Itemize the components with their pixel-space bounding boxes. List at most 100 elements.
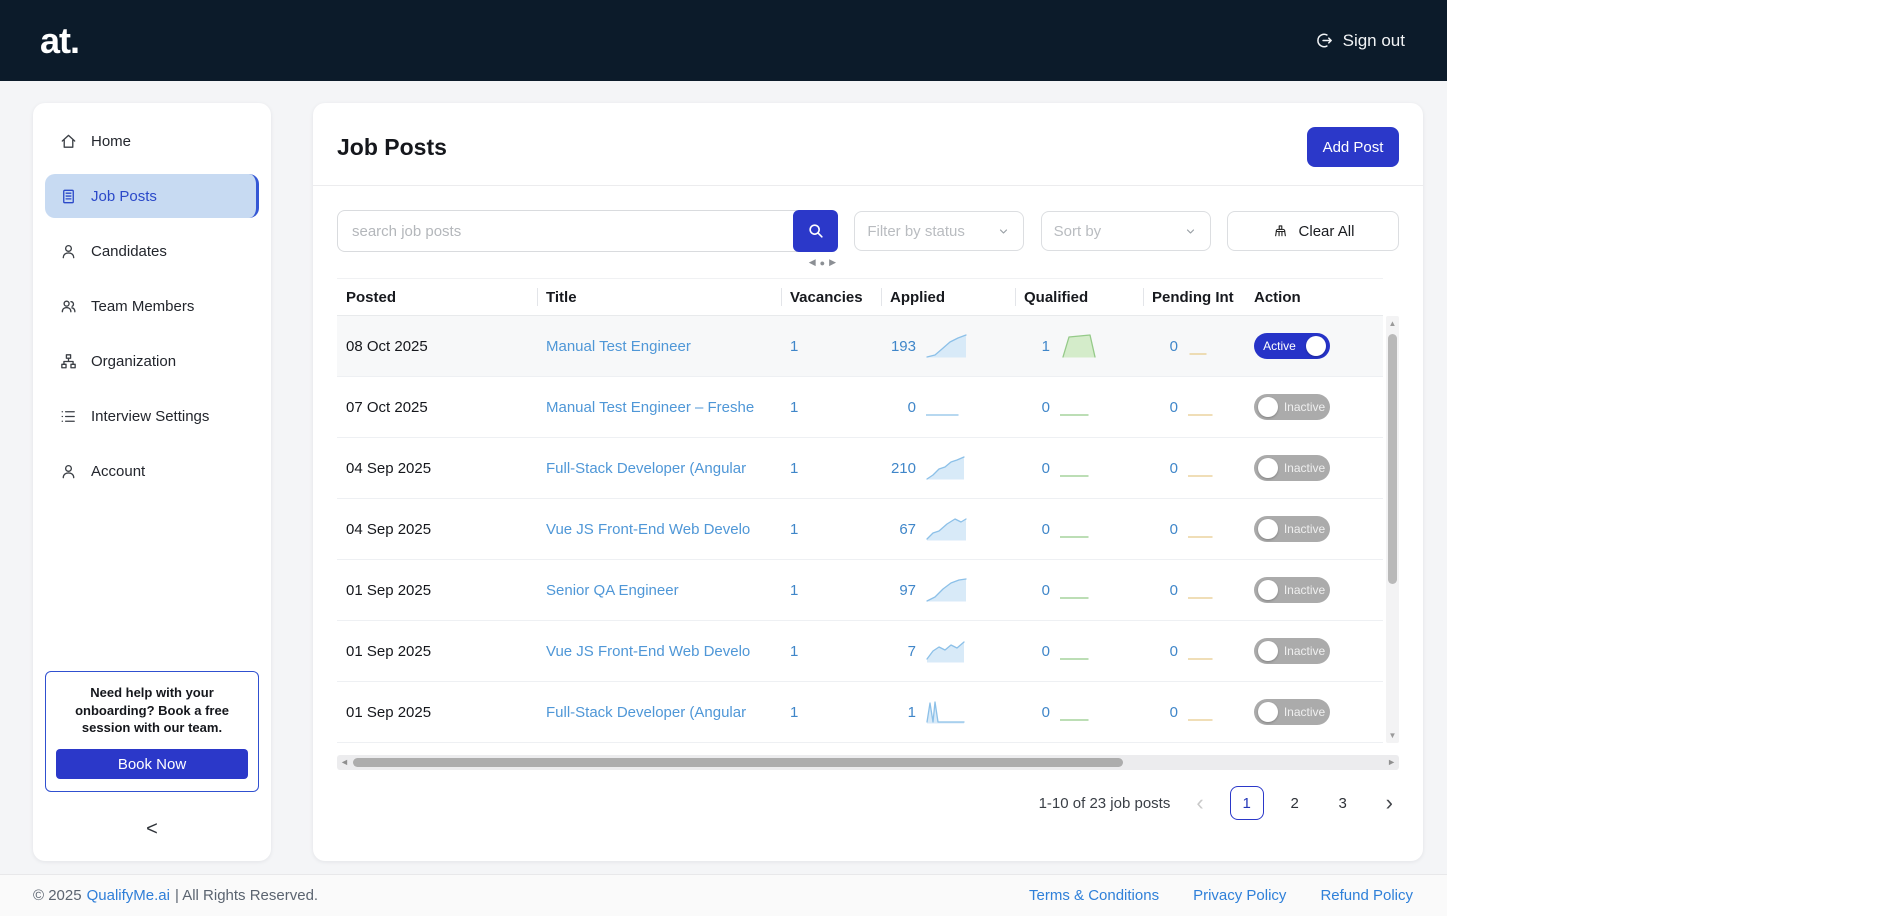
job-title-link[interactable]: Full-Stack Developer (Angular: [546, 460, 746, 477]
scroll-down-icon[interactable]: ▼: [1386, 731, 1399, 740]
status-toggle[interactable]: Inactive: [1254, 638, 1330, 664]
sign-out-button[interactable]: Sign out: [1315, 31, 1405, 51]
vacancies-count: 1: [790, 398, 799, 416]
pagination-next-icon[interactable]: ›: [1386, 792, 1393, 814]
applied-count: 210: [890, 459, 916, 477]
status-toggle[interactable]: Inactive: [1254, 394, 1330, 420]
toggle-knob: [1258, 702, 1278, 722]
sidebar-item-label: Job Posts: [91, 187, 157, 205]
posted-date: 04 Sep 2025: [346, 459, 432, 477]
vertical-scrollbar[interactable]: ▲ ▼: [1386, 316, 1399, 743]
content-area: Home Job Posts Candidates Team Members Organ…: [0, 81, 1447, 874]
scroll-right-icon[interactable]: ►: [1387, 757, 1396, 767]
qualified-count: 0: [1041, 642, 1050, 660]
posted-date: 01 Sep 2025: [346, 703, 432, 721]
sidebar-item-account[interactable]: Account: [45, 449, 259, 493]
person-icon: [62, 464, 75, 478]
list-icon: [61, 410, 75, 422]
job-title-link[interactable]: Manual Test Engineer: [546, 338, 691, 355]
search-group: ◀ ● ▶: [337, 210, 838, 268]
onboarding-help-card: Need help with your onboarding? Book a f…: [45, 671, 259, 792]
filter-by-status-select[interactable]: Filter by status: [854, 211, 1025, 251]
sort-by-select[interactable]: Sort by: [1040, 211, 1211, 251]
org-chart-icon: [61, 353, 76, 368]
job-title-link[interactable]: Manual Test Engineer – Freshe: [546, 399, 754, 416]
sidebar-item-home[interactable]: Home: [45, 119, 259, 163]
sidebar-item-candidates[interactable]: Candidates: [45, 229, 259, 273]
pagination-page-3[interactable]: 3: [1326, 786, 1360, 820]
status-label: Active: [1263, 339, 1296, 353]
sidebar-item-label: Organization: [91, 352, 177, 370]
job-posts-icon: [63, 189, 74, 203]
add-post-button[interactable]: Add Post: [1307, 127, 1399, 167]
column-header-posted: Posted: [346, 288, 397, 306]
column-header-title: Title: [537, 289, 781, 306]
brand-link[interactable]: QualifyMe.ai: [87, 887, 170, 904]
vacancies-count: 1: [790, 642, 799, 660]
column-header-pending-int: Pending Int: [1143, 289, 1245, 306]
qualified-count: 0: [1041, 703, 1050, 721]
table-body: 08 Oct 2025 Manual Test Engineer 1 193 1 0 Act…: [337, 316, 1383, 743]
toolbar: ◀ ● ▶ Filter by status Sort by Clear All: [337, 210, 1399, 268]
status-toggle[interactable]: Inactive: [1254, 455, 1330, 481]
status-toggle[interactable]: Inactive: [1254, 516, 1330, 542]
pagination-page-2[interactable]: 2: [1278, 786, 1312, 820]
pending-sparkline: [1188, 456, 1232, 480]
status-label: Inactive: [1283, 705, 1326, 719]
status-label: Inactive: [1283, 522, 1326, 536]
search-input[interactable]: [337, 210, 797, 252]
qualified-count: 1: [1041, 337, 1050, 355]
job-title-link[interactable]: Full-Stack Developer (Angular: [546, 704, 746, 721]
scroll-left-icon[interactable]: ◄: [340, 757, 349, 767]
pagination-summary: 1-10 of 23 job posts: [1038, 794, 1171, 812]
pending-count: 0: [1169, 337, 1178, 355]
toggle-knob: [1306, 336, 1326, 356]
qualified-sparkline: [1060, 700, 1104, 724]
job-title-link[interactable]: Senior QA Engineer: [546, 582, 679, 599]
carousel-next-icon[interactable]: ▶: [829, 257, 836, 268]
vacancies-count: 1: [790, 459, 799, 477]
horizontal-scrollbar-thumb[interactable]: [353, 758, 1123, 767]
table-row: 04 Sep 2025 Vue JS Front-End Web Develo 1 6…: [337, 499, 1383, 560]
pending-count: 0: [1169, 642, 1178, 660]
copyright-suffix: | All Rights Reserved.: [174, 887, 319, 904]
clear-all-button[interactable]: Clear All: [1226, 211, 1399, 251]
table-row: 04 Sep 2025 Full-Stack Developer (Angular…: [337, 438, 1383, 499]
sidebar-collapse-button[interactable]: <: [146, 818, 158, 841]
vertical-scrollbar-thumb[interactable]: [1388, 334, 1397, 584]
horizontal-scrollbar[interactable]: ◄ ►: [337, 755, 1399, 770]
status-toggle[interactable]: Active: [1254, 333, 1330, 359]
pagination-prev-icon[interactable]: ‹: [1196, 792, 1203, 814]
pending-sparkline: [1188, 578, 1232, 602]
applied-sparkline: [926, 700, 970, 724]
sidebar-item-job-posts[interactable]: Job Posts: [45, 174, 259, 218]
search-button[interactable]: [793, 210, 838, 252]
job-title-link[interactable]: Vue JS Front-End Web Develo: [546, 521, 750, 538]
applied-count: 97: [899, 581, 916, 599]
carousel-prev-icon[interactable]: ◀: [809, 257, 816, 268]
app-shell: at. Sign out Home Job Posts Candidates Team…: [0, 0, 1447, 916]
qualified-sparkline: [1060, 578, 1104, 602]
sign-out-label: Sign out: [1342, 30, 1405, 50]
scroll-up-icon[interactable]: ▲: [1386, 319, 1399, 328]
posted-date: 01 Sep 2025: [346, 581, 432, 599]
status-toggle[interactable]: Inactive: [1254, 577, 1330, 603]
pagination-page-1[interactable]: 1: [1229, 786, 1264, 820]
status-label: Inactive: [1283, 461, 1326, 475]
status-toggle[interactable]: Inactive: [1254, 699, 1330, 725]
sidebar-item-organization[interactable]: Organization: [45, 339, 259, 383]
brand-logo[interactable]: at.: [40, 20, 80, 62]
job-title-link[interactable]: Vue JS Front-End Web Develo: [546, 643, 750, 660]
sidebar-item-team-members[interactable]: Team Members: [45, 284, 259, 328]
pending-count: 0: [1169, 459, 1178, 477]
footer-link-terms-conditions[interactable]: Terms & Conditions: [1029, 887, 1159, 904]
sidebar-item-interview-settings[interactable]: Interview Settings: [45, 394, 259, 438]
sidebar-item-label: Home: [91, 132, 132, 150]
pending-count: 0: [1169, 581, 1178, 599]
applied-count: 1: [907, 703, 916, 721]
carousel-dot-icon[interactable]: ●: [820, 258, 825, 268]
copyright: © 2025 QualifyMe.ai | All Rights Reserve…: [33, 887, 318, 904]
footer-link-privacy-policy[interactable]: Privacy Policy: [1193, 887, 1286, 904]
book-now-button[interactable]: Book Now: [56, 749, 248, 779]
footer-link-refund-policy[interactable]: Refund Policy: [1320, 887, 1413, 904]
